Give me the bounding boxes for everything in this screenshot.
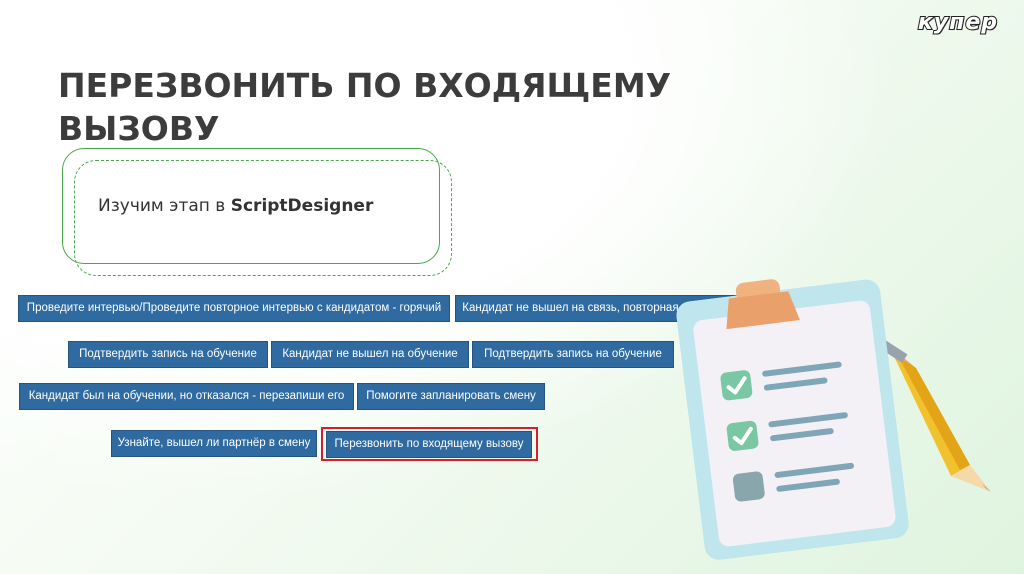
button-refused-after-training[interactable]: Кандидат был на обучении, но отказался -… bbox=[19, 383, 354, 410]
slide-subtitle: Изучим этап в ScriptDesigner bbox=[98, 196, 373, 216]
slide-title: ПЕРЕЗВОНИТЬ ПО ВХОДЯЩЕМУ ВЫЗОВУ bbox=[58, 66, 672, 148]
kuper-logo: купер bbox=[917, 9, 998, 36]
button-confirm-training-1[interactable]: Подтвердить запись на обучение bbox=[68, 341, 268, 368]
highlight-frame bbox=[321, 427, 538, 461]
button-plan-shift[interactable]: Помогите запланировать смену bbox=[357, 383, 545, 410]
button-interview-hot[interactable]: Проведите интервью/Проведите повторное и… bbox=[18, 295, 450, 322]
button-confirm-training-2[interactable]: Подтвердить запись на обучение bbox=[472, 341, 674, 368]
subtitle-text: Изучим этап в bbox=[98, 196, 231, 216]
clipboard-checklist-icon bbox=[676, 279, 991, 560]
subtitle-product-name: ScriptDesigner bbox=[230, 196, 374, 216]
button-check-partner-shift[interactable]: Узнайте, вышел ли партнёр в смену bbox=[111, 430, 317, 457]
subtitle-frame-dashed bbox=[74, 160, 452, 276]
button-no-show-training[interactable]: Кандидат не вышел на обучение bbox=[271, 341, 469, 368]
